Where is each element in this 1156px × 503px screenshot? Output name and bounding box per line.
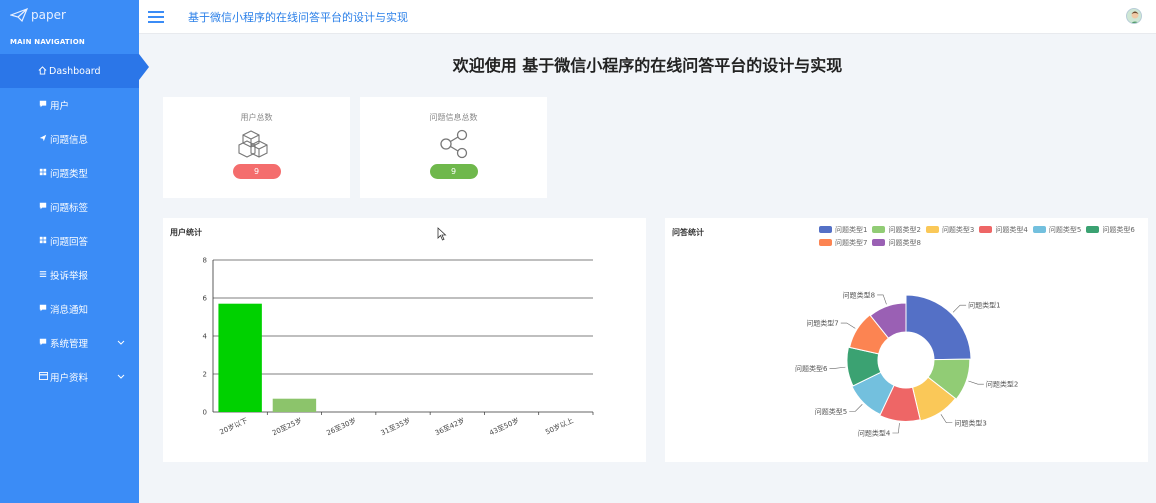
pie-label-line bbox=[849, 404, 863, 412]
share-nodes-icon bbox=[434, 129, 474, 159]
pie-label-line bbox=[829, 366, 846, 369]
x-tick-label: 20岁以下 bbox=[218, 416, 249, 437]
qa-stats-pie-chart: 问题类型1 问题类型2 问题类型3 问题类型4 问题类型5 问题类型6 问题类型7 问题类型8 bbox=[795, 290, 1018, 438]
sidebar-item-label: 投诉举报 bbox=[50, 271, 89, 282]
nav-section-title: MAIN NAVIGATION bbox=[10, 38, 85, 46]
cubes-icon bbox=[237, 129, 277, 159]
stat-label: 问题信息总数 bbox=[429, 113, 478, 122]
pie-slice-label: 问题类型8 bbox=[843, 290, 875, 299]
mouse-cursor-icon bbox=[437, 227, 447, 241]
y-tick-label: 4 bbox=[203, 333, 208, 341]
sidebar-item-5[interactable]: 问题回答 bbox=[0, 224, 139, 258]
pie-label-line bbox=[840, 322, 856, 329]
grid-icon bbox=[38, 236, 48, 246]
sidebar-item-label: 用户资料 bbox=[50, 373, 89, 384]
welcome-title: 欢迎使用 基于微信小程序的在线问答平台的设计与实现 bbox=[452, 56, 843, 75]
pie-slice-label: 问题类型5 bbox=[815, 407, 847, 416]
pie-slice-label: 问题类型2 bbox=[986, 380, 1018, 389]
brand-logo[interactable]: paper bbox=[0, 0, 139, 30]
sidebar-item-4[interactable]: 问题标签 bbox=[0, 190, 139, 224]
sidebar-item-9[interactable]: 用户资料 bbox=[0, 360, 139, 394]
header-title: 基于微信小程序的在线问答平台的设计与实现 bbox=[188, 10, 408, 24]
sidebar-item-0[interactable]: Dashboard bbox=[0, 54, 149, 88]
chevron-down-icon bbox=[117, 372, 125, 382]
sidebar-item-1[interactable]: 用户 bbox=[0, 88, 139, 122]
bar bbox=[272, 398, 317, 412]
sidebar-item-3[interactable]: 问题类型 bbox=[0, 156, 139, 190]
comment-icon bbox=[38, 100, 48, 110]
stat-card-questions: 问题信息总数 9 bbox=[360, 97, 547, 198]
comment-icon bbox=[38, 304, 48, 314]
brand-name: paper bbox=[31, 8, 66, 22]
stat-card-users: 用户总数 9 bbox=[163, 97, 350, 198]
send-icon bbox=[38, 134, 48, 144]
pie-slice-label: 问题类型7 bbox=[806, 319, 838, 328]
sidebar-item-label: 用户 bbox=[50, 101, 70, 112]
sidebar-item-label: Dashboard bbox=[49, 65, 101, 77]
grid-icon bbox=[38, 168, 48, 178]
user-stats-card: 用户统计 0 2 4 6 8 20岁以下 20至25岁 26至30岁 31至35岁 36至42岁 4… bbox=[163, 218, 646, 462]
user-stats-bar-chart: 0 2 4 6 8 20岁以下 20至25岁 26至30岁 31至35岁 36至42岁 43至50岁… bbox=[203, 257, 594, 438]
x-tick-label: 26至30岁 bbox=[325, 416, 358, 438]
sidebar-item-label: 问题类型 bbox=[50, 169, 89, 180]
sidebar-item-label: 系统管理 bbox=[50, 339, 89, 350]
pie-label-line bbox=[968, 380, 984, 385]
qa-stats-card: 问答统计 问题类型1 问题类型2 问题类型3 问题类型4 问题类型5 问题类型6 问题类型7… bbox=[665, 218, 1148, 462]
sidebar-item-label: 消息通知 bbox=[50, 305, 89, 316]
pie-slice-label: 问题类型4 bbox=[858, 429, 891, 438]
sidebar: paper MAIN NAVIGATION Dashboard 用户问题信息问题类… bbox=[0, 0, 149, 503]
chevron-down-icon bbox=[117, 338, 125, 348]
x-tick-label: 36至42岁 bbox=[433, 416, 466, 438]
list-icon bbox=[38, 270, 48, 280]
stat-badge-questions: 9 bbox=[429, 164, 478, 179]
y-tick-label: 2 bbox=[203, 371, 207, 379]
home-icon bbox=[37, 65, 47, 77]
sidebar-item-2[interactable]: 问题信息 bbox=[0, 122, 139, 156]
pie-label-line bbox=[940, 414, 953, 424]
stat-badge-users: 9 bbox=[232, 164, 281, 179]
x-tick-label: 50岁以上 bbox=[544, 416, 575, 437]
pie-slice bbox=[905, 294, 972, 361]
menu-toggle-icon[interactable] bbox=[148, 10, 164, 23]
sidebar-item-7[interactable]: 消息通知 bbox=[0, 292, 139, 326]
y-tick-label: 8 bbox=[203, 257, 207, 265]
stat-label: 用户总数 bbox=[240, 113, 273, 122]
pie-slice-label: 问题类型1 bbox=[968, 301, 1000, 310]
paper-plane-icon bbox=[10, 8, 28, 22]
comment-icon bbox=[38, 202, 48, 212]
sidebar-item-label: 问题标签 bbox=[50, 203, 89, 214]
pie-slice-label: 问题类型6 bbox=[795, 364, 828, 373]
bar bbox=[218, 303, 262, 412]
sidebar-item-8[interactable]: 系统管理 bbox=[0, 326, 139, 360]
comment-icon bbox=[38, 338, 48, 348]
pie-label-line bbox=[877, 294, 887, 305]
pie-label-line bbox=[952, 304, 967, 313]
x-tick-label: 43至50岁 bbox=[488, 416, 521, 438]
x-tick-label: 20至25岁 bbox=[271, 416, 304, 438]
pie-label-line bbox=[892, 423, 900, 434]
card-icon bbox=[38, 372, 48, 382]
avatar[interactable] bbox=[1126, 8, 1142, 24]
y-tick-label: 0 bbox=[203, 409, 207, 417]
x-tick-label: 31至35岁 bbox=[379, 416, 412, 438]
sidebar-item-6[interactable]: 投诉举报 bbox=[0, 258, 139, 292]
sidebar-item-label: 问题信息 bbox=[50, 135, 89, 146]
y-tick-label: 6 bbox=[203, 295, 208, 303]
sidebar-item-label: 问题回答 bbox=[50, 237, 89, 248]
top-bar: 基于微信小程序的在线问答平台的设计与实现 bbox=[139, 0, 1156, 34]
pie-slice-label: 问题类型3 bbox=[954, 418, 986, 427]
